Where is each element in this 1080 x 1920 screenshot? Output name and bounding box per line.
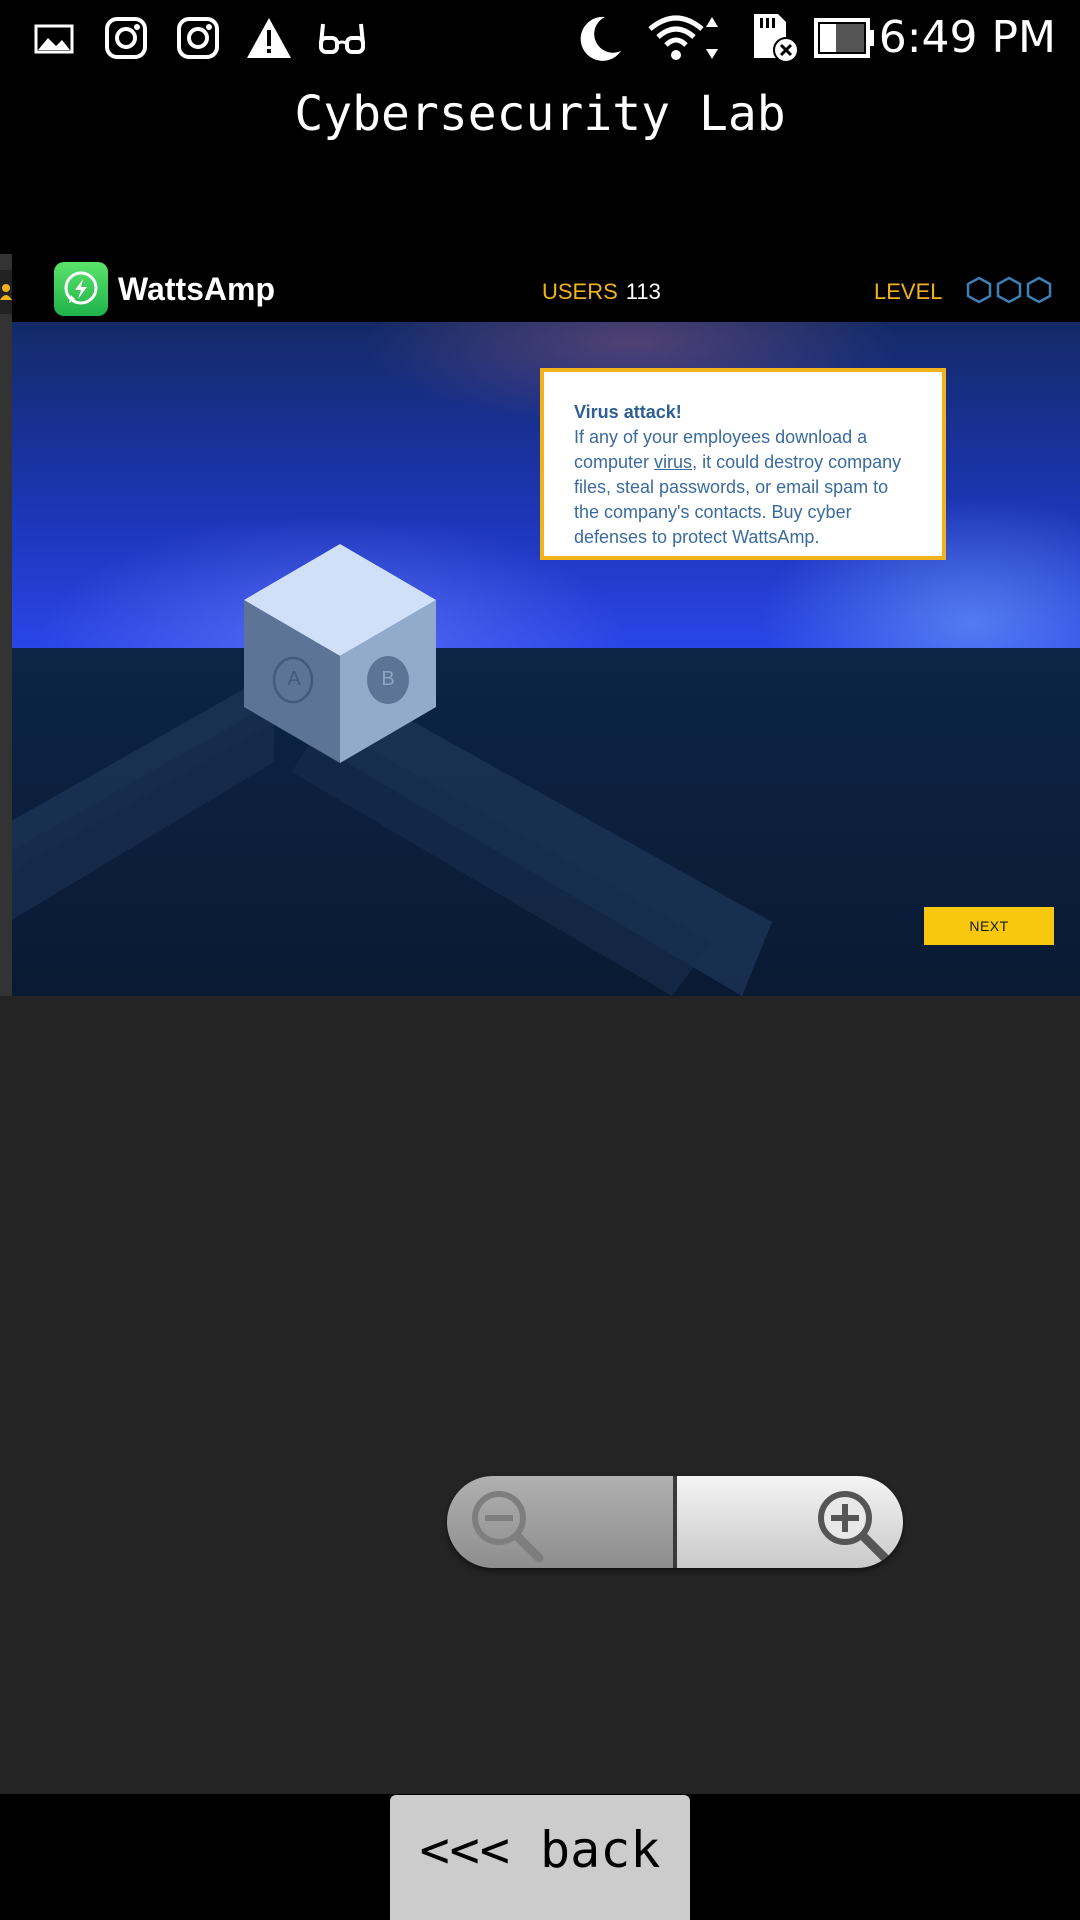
- brand-name: WattsAmp: [118, 271, 276, 307]
- level-hex-icon: [966, 276, 992, 304]
- cube-face-a-label: A: [287, 668, 301, 690]
- level-label: LEVEL: [874, 279, 943, 304]
- virus-attack-dialog: Virus attack! If any of your employees d…: [540, 368, 946, 560]
- clock: 6:49 PM: [878, 12, 1056, 63]
- level-indicator: [966, 276, 1052, 304]
- user-icon[interactable]: [0, 270, 12, 314]
- moon-icon: [574, 12, 626, 64]
- sd-card-error-icon: [748, 12, 800, 64]
- users-label: USERS: [542, 279, 618, 304]
- image-icon: [32, 12, 76, 64]
- game-header: WattsAmp USERS 113 LEVEL: [12, 254, 1080, 322]
- dialog-body: If any of your employees download a comp…: [574, 425, 918, 550]
- zoom-controls: [447, 1476, 903, 1568]
- battery-icon: [814, 12, 876, 64]
- users-value: 113: [625, 279, 661, 304]
- page-title: Cybersecurity Lab: [294, 86, 786, 142]
- warning-icon: [244, 12, 294, 64]
- users-counter: USERS 113: [542, 276, 661, 308]
- virus-link[interactable]: virus: [654, 452, 692, 472]
- glasses-icon: [318, 12, 366, 64]
- instagram-icon: [174, 12, 222, 64]
- next-button[interactable]: NEXT: [924, 907, 1054, 945]
- level-hex-icon: [1026, 276, 1052, 304]
- status-bar: 6:49 PM: [0, 0, 1080, 76]
- zoom-in-icon: [818, 1491, 890, 1562]
- cube-face-b-label: B: [381, 668, 395, 690]
- empty-area: [0, 996, 1080, 1794]
- side-rail: [0, 254, 12, 996]
- game-view[interactable]: WattsAmp USERS 113 LEVEL: [0, 254, 1080, 996]
- level-hex-icon: [996, 276, 1022, 304]
- back-button[interactable]: <<< back: [390, 1795, 690, 1920]
- zoom-out-button[interactable]: [447, 1476, 673, 1568]
- wifi-icon: [646, 12, 730, 64]
- whatsapp-logo-icon: [54, 262, 108, 316]
- dialog-title: Virus attack!: [574, 402, 682, 422]
- zoom-out-icon: [472, 1491, 544, 1562]
- instagram-icon: [102, 12, 150, 64]
- zoom-in-button[interactable]: [677, 1476, 903, 1568]
